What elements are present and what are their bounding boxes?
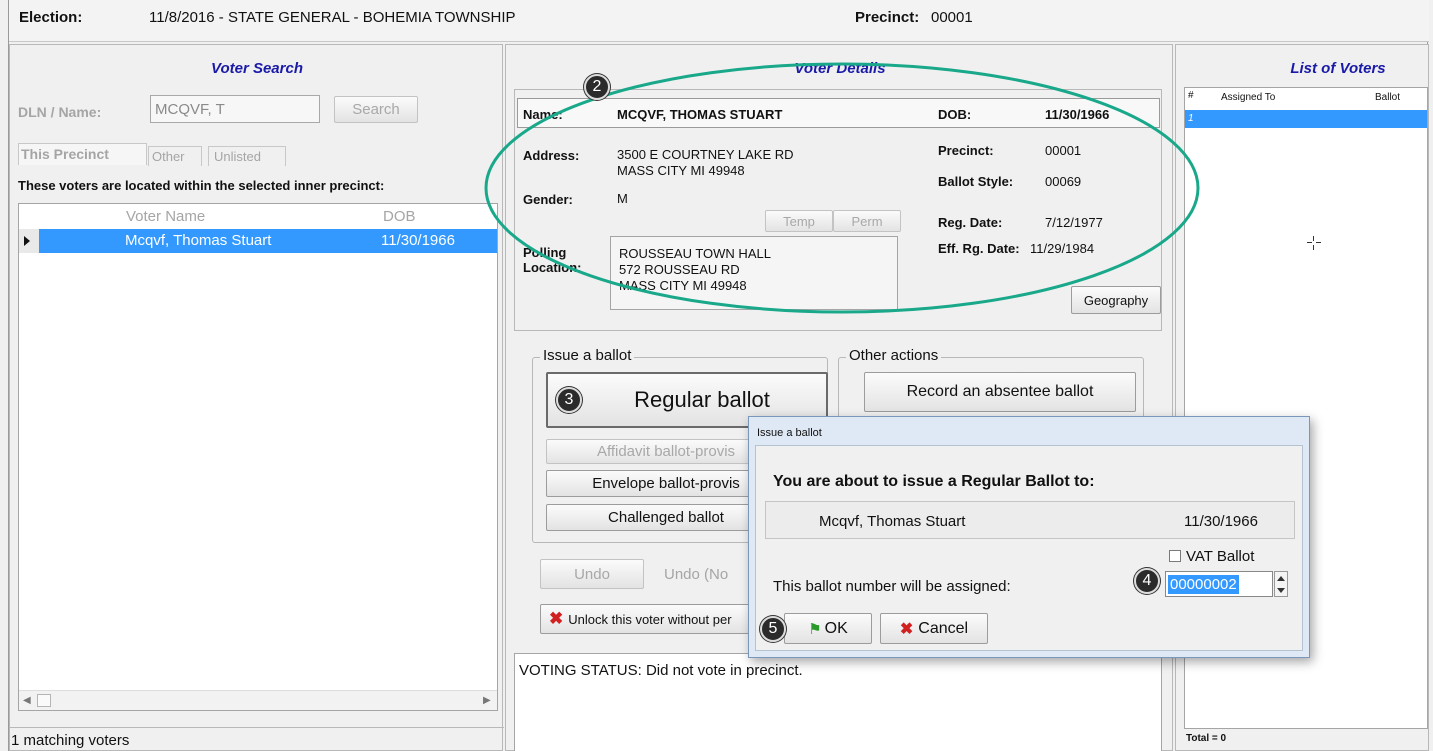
ballot-number-spinner[interactable]: [1274, 571, 1288, 597]
cancel-button[interactable]: ✖ Cancel: [880, 613, 988, 644]
ballot-number-value: 00000002: [1168, 575, 1239, 594]
ok-label: OK: [824, 619, 848, 637]
flag-icon: ⚑: [808, 620, 822, 638]
vat-ballot-label: VAT Ballot: [1186, 548, 1255, 565]
spin-down-icon[interactable]: [1277, 588, 1285, 593]
spin-up-icon[interactable]: [1277, 576, 1285, 581]
vat-ballot-checkbox[interactable]: [1169, 550, 1181, 562]
callout-ellipse-shape: [484, 62, 1200, 314]
ok-button[interactable]: ⚑ OK: [784, 613, 872, 644]
dialog-heading: You are about to issue a Regular Ballot …: [773, 473, 1095, 490]
cancel-label: Cancel: [918, 619, 969, 637]
dialog-voter-box: Mcqvf, Thomas Stuart 11/30/1966: [765, 501, 1295, 539]
assign-text: This ballot number will be assigned:: [773, 578, 1011, 595]
issue-ballot-dialog: Issue a ballot You are about to issue a …: [748, 416, 1310, 658]
dialog-body: You are about to issue a Regular Ballot …: [755, 445, 1303, 651]
dialog-title: Issue a ballot: [757, 427, 822, 439]
ballot-number-input[interactable]: 00000002: [1165, 571, 1273, 597]
cancel-x-icon: ✖: [899, 620, 914, 638]
marker-5: 5: [760, 616, 786, 642]
marker-4: 4: [1134, 568, 1160, 594]
marker-3: 3: [556, 387, 582, 413]
dialog-voter-name: Mcqvf, Thomas Stuart: [819, 513, 966, 530]
dialog-voter-dob: 11/30/1966: [1184, 513, 1258, 530]
marker-2: 2: [584, 74, 610, 100]
